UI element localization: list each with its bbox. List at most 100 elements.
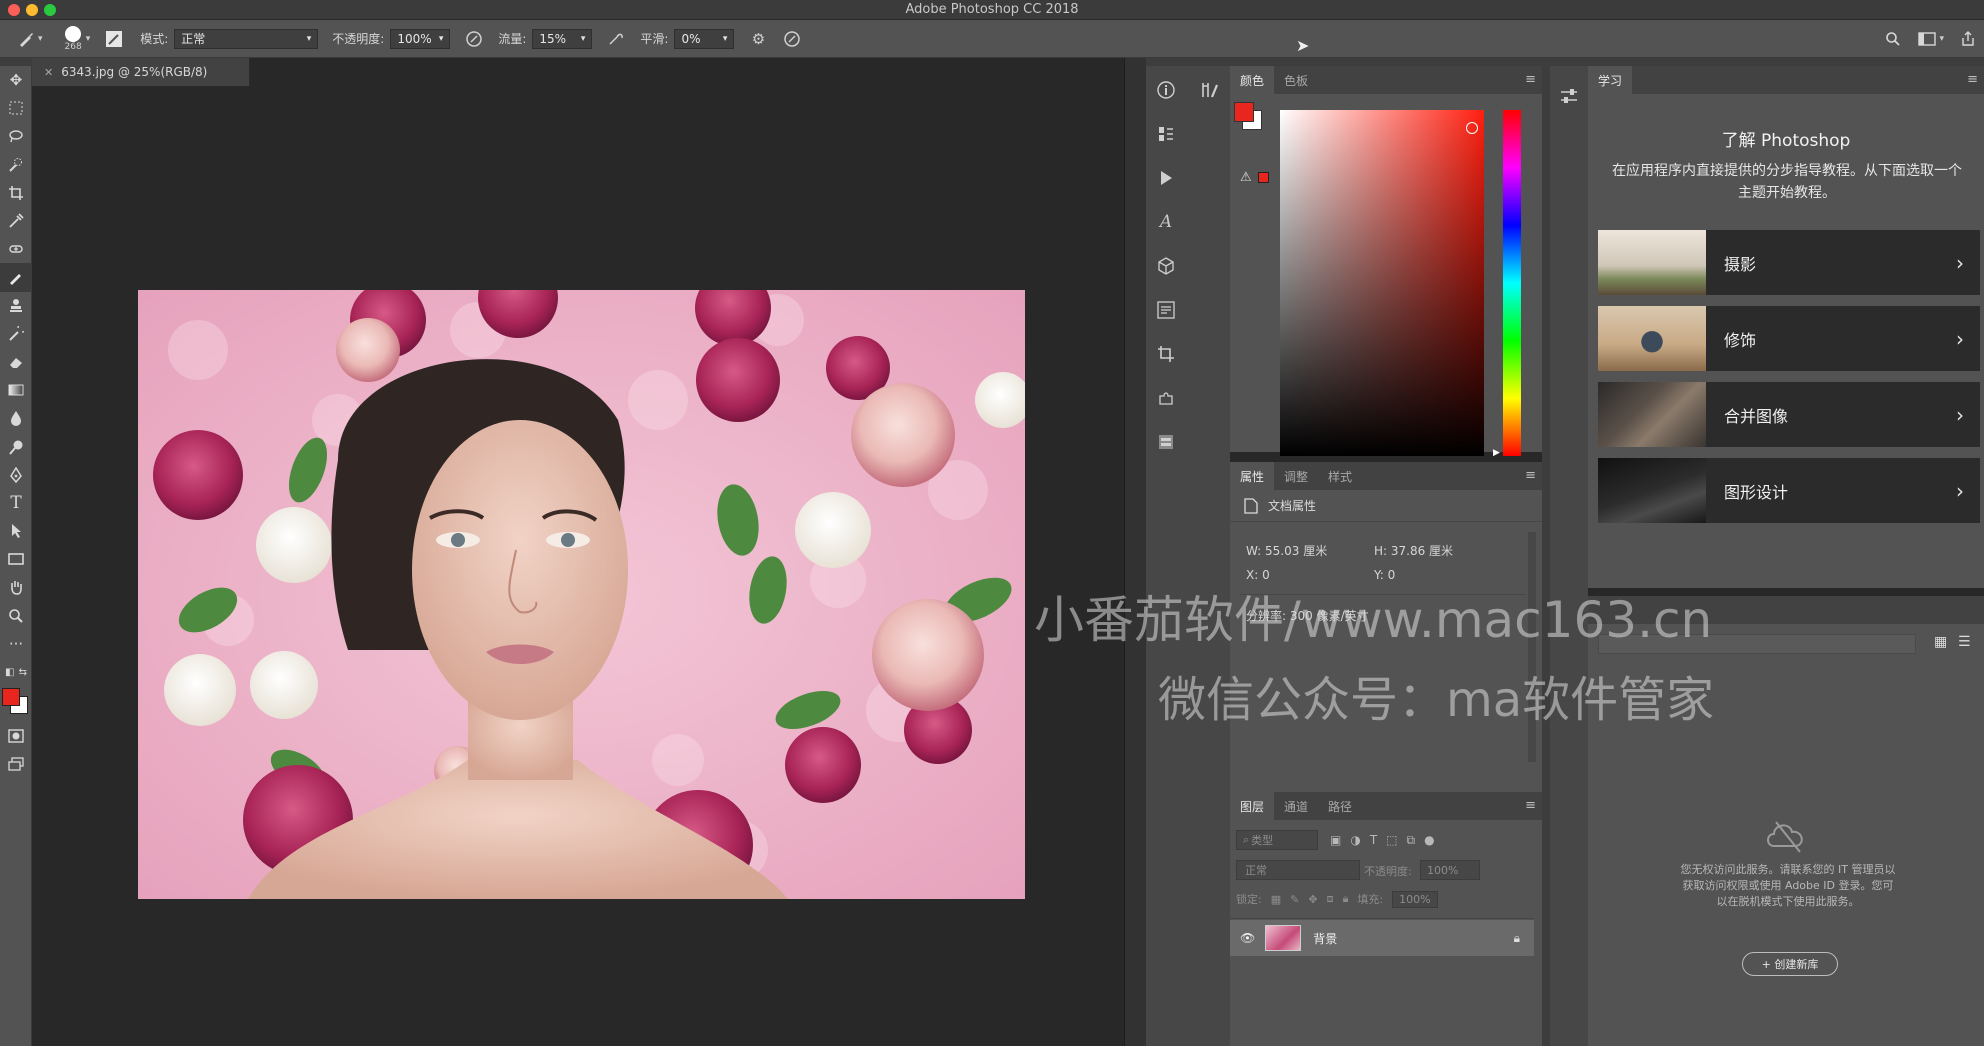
tab-paths[interactable]: 路径 bbox=[1318, 792, 1362, 820]
panel-menu-icon[interactable]: ≡ bbox=[1525, 798, 1536, 813]
create-library-button[interactable]: + 创建新库 bbox=[1742, 952, 1838, 976]
tab-channels[interactable]: 通道 bbox=[1274, 792, 1318, 820]
move-tool-icon[interactable]: ✥ bbox=[0, 66, 32, 94]
panel-menu-icon[interactable]: ≡ bbox=[1967, 72, 1978, 87]
foreground-color-swatch[interactable] bbox=[2, 688, 20, 707]
tab-styles[interactable]: 样式 bbox=[1318, 462, 1362, 490]
crop-tool-icon[interactable] bbox=[0, 179, 32, 207]
path-selection-tool-icon[interactable] bbox=[0, 517, 32, 545]
type-layer-filter-icon[interactable]: T bbox=[1370, 833, 1377, 847]
layer-row[interactable]: 👁︎ 背景 🔒︎ bbox=[1230, 920, 1534, 956]
clone-stamp-tool-icon[interactable] bbox=[0, 292, 32, 320]
pressure-size-icon[interactable] bbox=[782, 29, 802, 49]
healing-brush-tool-icon[interactable] bbox=[0, 235, 32, 263]
brush-tool-icon[interactable] bbox=[0, 263, 32, 292]
lock-image-icon[interactable]: ✎ bbox=[1290, 893, 1299, 906]
pen-tool-icon[interactable] bbox=[0, 461, 32, 489]
gradient-tool-icon[interactable] bbox=[0, 376, 32, 404]
document-image[interactable] bbox=[138, 290, 1025, 899]
airbrush-icon[interactable] bbox=[606, 29, 626, 49]
tab-color[interactable]: 颜色 bbox=[1230, 66, 1275, 94]
zoom-tool-icon[interactable] bbox=[0, 602, 32, 630]
document-tab[interactable]: ✕ 6343.jpg @ 25%(RGB/8) bbox=[32, 58, 250, 86]
shape-layer-filter-icon[interactable]: ⬚ bbox=[1386, 833, 1397, 847]
layer-opacity-input[interactable]: 100% bbox=[1420, 860, 1480, 880]
character-icon[interactable]: A bbox=[1146, 200, 1186, 244]
blur-tool-icon[interactable] bbox=[0, 404, 32, 432]
lock-artboard-icon[interactable]: ⧈ bbox=[1327, 892, 1334, 906]
filter-toggle-icon[interactable]: ● bbox=[1424, 833, 1434, 847]
foreground-color-chip[interactable] bbox=[1234, 102, 1254, 122]
list-view-icon[interactable]: ☰ bbox=[1958, 634, 1971, 650]
lock-position-icon[interactable]: ✥ bbox=[1308, 893, 1317, 906]
quick-selection-tool-icon[interactable] bbox=[0, 151, 32, 179]
workspace-icon[interactable] bbox=[1917, 29, 1937, 49]
info-icon[interactable] bbox=[1146, 68, 1186, 112]
layer-filter-select[interactable]: ⌕ 类型 bbox=[1236, 830, 1318, 850]
tab-layers[interactable]: 图层 bbox=[1230, 792, 1275, 820]
close-icon[interactable]: ✕ bbox=[44, 66, 53, 79]
crop-panel-icon[interactable] bbox=[1146, 332, 1186, 376]
toolbar-collapse-strip[interactable] bbox=[0, 58, 32, 66]
timeline-icon[interactable] bbox=[1146, 420, 1186, 464]
brush-settings-icon[interactable] bbox=[1190, 68, 1230, 112]
gamut-warning-icon[interactable]: ⚠ bbox=[1240, 170, 1252, 185]
quick-mask-icon[interactable] bbox=[0, 722, 32, 750]
tab-learn[interactable]: 学习 bbox=[1588, 66, 1633, 94]
learn-card-photography[interactable]: 摄影 › bbox=[1598, 230, 1980, 295]
eyedropper-tool-icon[interactable] bbox=[0, 207, 32, 235]
opacity-input[interactable]: 100% ▾ bbox=[390, 28, 451, 49]
switch-colors-icon[interactable]: ⇆ bbox=[19, 667, 27, 678]
brush-panel-icon[interactable] bbox=[104, 29, 124, 49]
learn-card-retouching[interactable]: 修饰 › bbox=[1598, 306, 1980, 371]
lock-transparency-icon[interactable]: ▦ bbox=[1271, 893, 1281, 906]
hand-tool-icon[interactable] bbox=[0, 573, 32, 601]
properties-icon[interactable] bbox=[1146, 288, 1186, 332]
panel-divider[interactable] bbox=[1542, 58, 1550, 1046]
blend-mode-select[interactable]: 正常 bbox=[1236, 860, 1360, 880]
gamut-color-chip[interactable] bbox=[1258, 172, 1269, 183]
marquee-tool-icon[interactable] bbox=[0, 94, 32, 122]
type-tool-icon[interactable]: T bbox=[0, 489, 32, 517]
brush-tool-preset-icon[interactable] bbox=[16, 29, 36, 49]
history-brush-tool-icon[interactable] bbox=[0, 320, 32, 348]
rectangle-tool-icon[interactable] bbox=[0, 545, 32, 573]
tab-adjustments[interactable]: 调整 bbox=[1274, 462, 1318, 490]
pixel-layer-filter-icon[interactable]: ▣ bbox=[1330, 833, 1341, 847]
color-field[interactable] bbox=[1280, 110, 1484, 456]
flow-input[interactable]: 15% ▾ bbox=[532, 28, 593, 49]
gear-icon[interactable]: ⚙ bbox=[748, 29, 768, 49]
hue-slider[interactable] bbox=[1503, 110, 1521, 456]
eye-icon[interactable]: 👁︎ bbox=[1240, 931, 1255, 945]
fill-input[interactable]: 100% bbox=[1392, 890, 1438, 908]
mode-select[interactable]: 正常 ▾ bbox=[174, 28, 319, 49]
more-tools-icon[interactable]: ··· bbox=[0, 630, 32, 658]
adjustments-sliders-icon[interactable] bbox=[1550, 74, 1588, 118]
adjustment-layer-filter-icon[interactable]: ◑ bbox=[1350, 833, 1360, 847]
history-icon[interactable] bbox=[1146, 112, 1186, 156]
dodge-tool-icon[interactable] bbox=[0, 432, 32, 460]
document-scrollbar[interactable] bbox=[1124, 58, 1146, 1046]
lasso-tool-icon[interactable] bbox=[0, 122, 32, 150]
learn-card-graphic-design[interactable]: 图形设计 › bbox=[1598, 458, 1980, 523]
actions-icon[interactable] bbox=[1146, 156, 1186, 200]
learn-card-combine-images[interactable]: 合并图像 › bbox=[1598, 382, 1980, 447]
grid-view-icon[interactable]: ▦ bbox=[1934, 634, 1947, 650]
screen-mode-icon[interactable] bbox=[0, 750, 32, 778]
eraser-tool-icon[interactable] bbox=[0, 348, 32, 376]
color-picker-cursor[interactable] bbox=[1466, 122, 1478, 134]
panel-menu-icon[interactable]: ≡ bbox=[1525, 468, 1536, 483]
panel-menu-icon[interactable]: ≡ bbox=[1525, 72, 1536, 87]
default-colors-icon[interactable]: ◧ bbox=[5, 667, 14, 678]
brush-size-picker[interactable]: 268 bbox=[65, 25, 82, 52]
tab-properties[interactable]: 属性 bbox=[1230, 462, 1275, 490]
lock-all-icon[interactable]: 🔒︎ bbox=[1343, 892, 1349, 906]
pressure-opacity-icon[interactable] bbox=[464, 29, 484, 49]
smart-object-filter-icon[interactable]: ⧉ bbox=[1407, 833, 1416, 848]
tab-swatches[interactable]: 色板 bbox=[1274, 66, 1318, 94]
smoothing-input[interactable]: 0% ▾ bbox=[674, 28, 735, 49]
search-icon[interactable] bbox=[1883, 29, 1903, 49]
3d-icon[interactable] bbox=[1146, 244, 1186, 288]
hue-slider-handle[interactable]: ▶ bbox=[1493, 448, 1500, 458]
plugins-icon[interactable] bbox=[1146, 376, 1186, 420]
